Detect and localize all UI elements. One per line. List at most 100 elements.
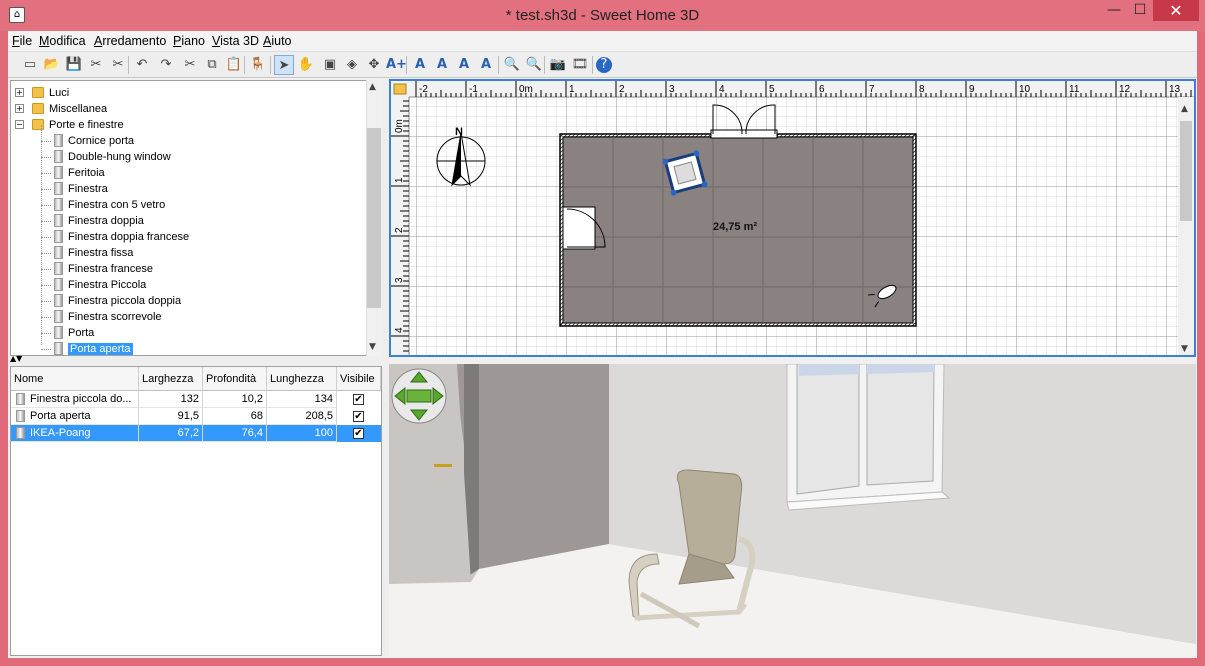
plan-scroll-down-icon: ▼ bbox=[1181, 344, 1188, 354]
toolbar-separator bbox=[406, 56, 407, 74]
add-text-icon[interactable]: A+ bbox=[386, 55, 407, 75]
folder-icon bbox=[32, 87, 44, 98]
ruler-x-label: 12 bbox=[1119, 84, 1131, 95]
catalog-category[interactable]: Luci bbox=[49, 85, 69, 101]
cut-tool-icon[interactable]: ✂ bbox=[108, 55, 128, 75]
tree-line bbox=[41, 253, 51, 254]
visible-checkbox[interactable]: ✔ bbox=[353, 411, 364, 422]
furniture-catalog-tree[interactable]: + Luci + Miscellanea − Porte e finestre Cornic… bbox=[10, 80, 382, 356]
plan-scroll-thumb[interactable] bbox=[1180, 121, 1192, 221]
undo-icon[interactable]: ↶ bbox=[132, 55, 152, 75]
select-icon[interactable]: ➤ bbox=[274, 55, 294, 75]
furniture-thumbnail-icon bbox=[54, 294, 63, 307]
ruler-x-label: 11 bbox=[1069, 84, 1080, 95]
catalog-item[interactable]: Finestra scorrevole bbox=[68, 309, 162, 325]
3d-view[interactable] bbox=[389, 364, 1196, 656]
catalog-item[interactable]: Double-hung window bbox=[68, 149, 171, 165]
pan-icon[interactable]: ✋ bbox=[296, 55, 316, 75]
plan-view[interactable]: -2 -1 0m 1 2 3 4 5 6 7 8 9 10 11 12 13 0m 1 2 3 4 bbox=[389, 79, 1196, 357]
visible-checkbox[interactable]: ✔ bbox=[353, 428, 364, 439]
furniture-thumbnail-icon bbox=[54, 166, 63, 179]
zoom-out-icon[interactable]: 🔍 bbox=[524, 55, 544, 75]
new-file-icon[interactable]: ▭ bbox=[20, 55, 40, 75]
tree-expander-icon[interactable]: − bbox=[15, 120, 24, 129]
catalog-scroll-thumb[interactable] bbox=[367, 128, 381, 308]
3d-canvas[interactable] bbox=[389, 364, 1196, 656]
toolbar-separator bbox=[498, 56, 499, 74]
ruler-x-label: 9 bbox=[969, 84, 975, 95]
help-icon[interactable]: ? bbox=[596, 57, 612, 73]
cut-icon[interactable]: ✂ bbox=[180, 55, 200, 75]
catalog-category[interactable]: Porte e finestre bbox=[49, 117, 124, 133]
create-rooms-icon[interactable]: ◈ bbox=[342, 55, 362, 75]
catalog-item[interactable]: Porta bbox=[68, 325, 94, 341]
tree-expander-icon[interactable]: + bbox=[15, 104, 24, 113]
column-header[interactable]: Larghezza bbox=[139, 367, 203, 391]
splitter-horizontal[interactable]: ▲▼ bbox=[10, 354, 382, 365]
catalog-item[interactable]: Feritoia bbox=[68, 165, 105, 181]
maximize-button[interactable]: ☐ bbox=[1127, 0, 1153, 21]
column-header[interactable]: Visibile bbox=[337, 367, 381, 391]
column-header[interactable]: Profondità bbox=[203, 367, 267, 391]
menu-arredamento[interactable]: Arredamento bbox=[94, 34, 166, 48]
paste-icon[interactable]: 📋 bbox=[224, 55, 244, 75]
visible-checkbox[interactable]: ✔ bbox=[353, 394, 364, 405]
catalog-item[interactable]: Finestra Piccola bbox=[68, 277, 146, 293]
folder-icon bbox=[32, 119, 44, 130]
close-button[interactable]: ✕ bbox=[1153, 0, 1199, 21]
furniture-thumbnail-icon bbox=[54, 230, 63, 243]
toolbar-separator bbox=[244, 56, 245, 74]
save-icon[interactable]: 💾 bbox=[64, 55, 84, 75]
catalog-item[interactable]: Finestra doppia francese bbox=[68, 229, 189, 245]
menu-modifica[interactable]: Modifica bbox=[39, 34, 86, 48]
text-style-italic-icon[interactable]: A bbox=[432, 55, 452, 75]
open-icon[interactable]: 📂 bbox=[42, 55, 62, 75]
window-3d[interactable] bbox=[786, 364, 951, 511]
create-walls-icon[interactable]: ▣ bbox=[320, 55, 340, 75]
catalog-item[interactable]: Finestra piccola doppia bbox=[68, 293, 181, 309]
furniture-table[interactable]: Nome Larghezza Profondità Lunghezza Visibile… bbox=[10, 366, 382, 656]
scroll-up-icon[interactable]: ▲ bbox=[369, 82, 376, 92]
preferences-icon[interactable]: ✂ bbox=[86, 55, 106, 75]
menu-vista-3d[interactable]: Vista 3D bbox=[212, 34, 259, 48]
catalog-item[interactable]: Finestra francese bbox=[68, 261, 153, 277]
scroll-down-icon[interactable]: ▼ bbox=[369, 342, 376, 352]
furniture-thumbnail-icon bbox=[54, 198, 63, 211]
catalog-item-label: Double-hung window bbox=[68, 151, 171, 163]
catalog-item[interactable]: Finestra fissa bbox=[68, 245, 133, 261]
furniture-thumbnail-icon bbox=[54, 182, 63, 195]
copy-icon[interactable]: ⧉ bbox=[202, 55, 222, 75]
column-header[interactable]: Lunghezza bbox=[267, 367, 337, 391]
tree-line bbox=[41, 301, 51, 302]
zoom-in-icon[interactable]: 🔍 bbox=[502, 55, 522, 75]
catalog-item[interactable]: Finestra con 5 vetro bbox=[68, 197, 165, 213]
create-dimensions-icon[interactable]: ✥ bbox=[364, 55, 384, 75]
catalog-item[interactable]: Finestra doppia bbox=[68, 213, 144, 229]
navigation-arrows[interactable] bbox=[391, 368, 447, 424]
menu-aiuto[interactable]: Aiuto bbox=[263, 34, 292, 48]
decrease-text-icon[interactable]: A bbox=[476, 55, 496, 75]
catalog-item[interactable]: Cornice porta bbox=[68, 133, 134, 149]
catalog-item-label: Finestra con 5 vetro bbox=[68, 199, 166, 211]
column-header[interactable]: Nome bbox=[11, 367, 139, 391]
add-furniture-icon[interactable]: 🪑 bbox=[248, 55, 268, 75]
menu-file[interactable]: File bbox=[12, 34, 32, 48]
table-cell-name: Porta aperta bbox=[11, 408, 139, 425]
minimize-button[interactable]: — bbox=[1101, 0, 1127, 21]
tree-expander-icon[interactable]: + bbox=[15, 88, 24, 97]
create-video-icon[interactable]: 🎞 bbox=[570, 55, 590, 75]
catalog-item[interactable]: Porta aperta bbox=[68, 341, 133, 355]
increase-text-icon[interactable]: A bbox=[454, 55, 474, 75]
redo-icon[interactable]: ↷ bbox=[156, 55, 176, 75]
create-photo-icon[interactable]: 📷 bbox=[548, 55, 568, 75]
menu-piano[interactable]: Piano bbox=[173, 34, 205, 48]
tree-line bbox=[41, 173, 51, 174]
menu-bar: File Modifica Arredamento Piano Vista 3D… bbox=[8, 31, 1197, 51]
plan-canvas[interactable]: -2 -1 0m 1 2 3 4 5 6 7 8 9 10 11 12 13 0m1234 bbox=[391, 81, 1194, 355]
catalog-item-label: Finestra fissa bbox=[68, 247, 134, 259]
catalog-item[interactable]: Finestra bbox=[68, 181, 108, 197]
text-style-bold-icon[interactable]: A bbox=[410, 55, 430, 75]
splitter-vertical[interactable] bbox=[382, 79, 389, 657]
catalog-category[interactable]: Miscellanea bbox=[49, 101, 107, 117]
toolbar: ▭ 📂 💾 ✂ ✂ ↶ ↷ ✂ ⧉ 📋 🪑 ➤ ✋ ▣ ◈ ✥ A+ A A A A 🔍 🔍 📷 🎞? bbox=[8, 51, 1197, 78]
